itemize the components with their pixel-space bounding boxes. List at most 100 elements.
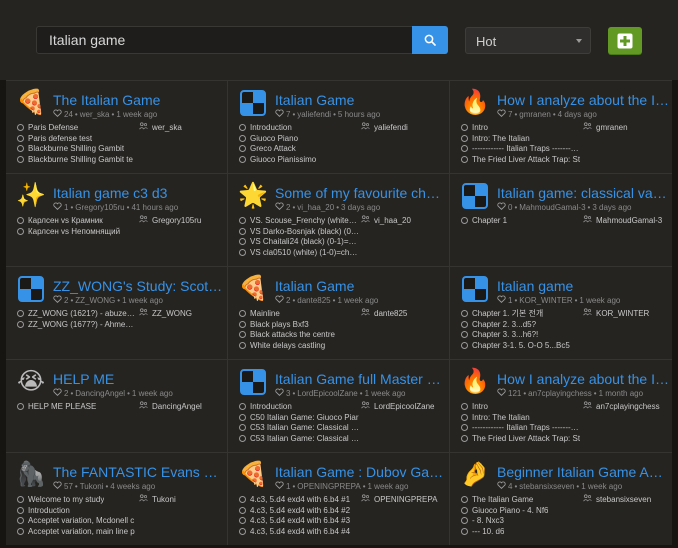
- chapter-item: Greco Attack: [239, 143, 359, 154]
- study-card[interactable]: 🔥 How I analyze about the Itali… 7 • gmr…: [450, 81, 672, 173]
- fire-icon: 🔥: [460, 89, 490, 116]
- sparkle-ring-icon: ✨: [16, 182, 46, 209]
- study-title[interactable]: The Italian Game: [53, 92, 225, 108]
- study-owner[interactable]: wer_ska: [80, 110, 110, 119]
- study-owner[interactable]: dante825: [297, 296, 330, 305]
- circle-icon: [461, 123, 468, 131]
- study-card[interactable]: 🔥 How I analyze about the Itali… 121 • a…: [450, 360, 672, 452]
- study-member: vi_haa_20: [361, 215, 447, 226]
- star-icon: 🌟: [238, 182, 268, 209]
- study-owner[interactable]: yaliefendi: [297, 110, 331, 119]
- study-title[interactable]: Italian Game: [275, 92, 447, 108]
- like-count: 24: [64, 109, 73, 119]
- circle-icon: [461, 145, 468, 153]
- study-title[interactable]: Italian game c3 d3: [53, 185, 225, 201]
- study-updated: 1 week ago: [364, 388, 406, 398]
- study-updated: 1 week ago: [581, 481, 623, 491]
- circle-icon: [239, 145, 246, 153]
- study-owner[interactable]: stebansixseven: [519, 482, 574, 491]
- study-title[interactable]: Some of my favourite chess…: [275, 185, 447, 201]
- circle-icon: [239, 341, 246, 349]
- study-card[interactable]: 😭 HELP ME 2 • DancingAngel • 1 week ago …: [6, 360, 227, 452]
- study-card[interactable]: Italian game 1 • KOR_WINTER • 1 week ago…: [450, 267, 672, 359]
- chessboard-icon: [461, 182, 489, 210]
- members-icon: [139, 215, 148, 225]
- chapter-item: VS cla0510 (white) (1-0)=chess: [239, 247, 359, 258]
- chapter-item: VS Darko-Bosnjak (black) (0-1): [239, 226, 359, 237]
- circle-icon: [17, 495, 24, 503]
- circle-icon: [461, 424, 468, 432]
- study-title[interactable]: HELP ME: [53, 371, 225, 387]
- chapter-list: Welcome to my study Introduction Acceptet …: [17, 494, 137, 537]
- chapter-list: Intro Intro: The Italian ------------ Ital…: [461, 401, 581, 444]
- circle-icon: [17, 134, 24, 142]
- study-card[interactable]: ZZ_WONG's Study: Scotch … 2 • ZZ_WONG • …: [6, 267, 227, 359]
- study-card[interactable]: Italian Game 7 • yaliefendi • 5 hours ag…: [228, 81, 449, 173]
- study-owner[interactable]: gmranen: [519, 110, 551, 119]
- members-icon: [583, 122, 592, 132]
- study-updated: 1 week ago: [579, 295, 621, 305]
- members-icon: [583, 494, 592, 504]
- chapter-item: Blackburne Shilling Gambit te: [17, 154, 137, 165]
- study-title[interactable]: Italian game: classical varia…: [497, 185, 670, 201]
- study-updated: 3 days ago: [592, 202, 632, 212]
- study-owner[interactable]: LordEpicoolZane: [297, 389, 357, 398]
- study-card[interactable]: Italian Game full Master cla… 3 • LordEp…: [228, 360, 449, 452]
- pizza-icon: 🍕: [16, 89, 46, 116]
- members-icon: [361, 215, 370, 225]
- study-title[interactable]: Italian Game: [275, 278, 447, 294]
- new-study-button[interactable]: [608, 27, 642, 54]
- study-owner[interactable]: DancingAngel: [75, 389, 125, 398]
- circle-icon: [17, 402, 24, 410]
- like-count: 2: [64, 295, 69, 305]
- members-icon: [583, 308, 592, 318]
- study-owner[interactable]: ZZ_WONG: [75, 296, 115, 305]
- study-title[interactable]: Italian Game full Master cla…: [275, 371, 447, 387]
- study-owner[interactable]: Gregory105ru: [75, 203, 124, 212]
- study-owner[interactable]: OPENINGPREPA: [297, 482, 360, 491]
- circle-icon: [239, 527, 246, 535]
- study-owner[interactable]: MahmoudGamal-3: [519, 203, 585, 212]
- study-card[interactable]: Italian game: classical varia… 0 • Mahmo…: [450, 174, 672, 266]
- study-card[interactable]: 🦍 The FANTASTIC Evans gam… 57 • Tukoni •…: [6, 453, 227, 545]
- study-card[interactable]: 🌟 Some of my favourite chess… 2 • vi_haa…: [228, 174, 449, 266]
- circle-icon: [239, 506, 246, 514]
- study-title[interactable]: ZZ_WONG's Study: Scotch …: [53, 278, 225, 294]
- chapter-item: VS. Scouse_Frenchy (white). (1-0): [239, 215, 359, 226]
- crying-face-icon: 😭: [16, 368, 46, 395]
- study-card[interactable]: ✨ Italian game c3 d3 1 • Gregory105ru • …: [6, 174, 227, 266]
- study-title[interactable]: The FANTASTIC Evans gam…: [53, 464, 225, 480]
- heart-icon: [275, 202, 284, 212]
- study-card[interactable]: 🍕 The Italian Game 24 • wer_ska • 1 week…: [6, 81, 227, 173]
- study-owner[interactable]: an7cplayingchess: [528, 389, 592, 398]
- search-input[interactable]: [37, 27, 412, 53]
- search-button[interactable]: [412, 26, 448, 54]
- study-member: OPENINGPREPA: [361, 494, 447, 505]
- chapter-item: Blackburne Shilling Gambit: [17, 143, 137, 154]
- study-title[interactable]: Beginner Italian Game Aggr…: [497, 464, 670, 480]
- study-member: MahmoudGamal-3: [583, 215, 669, 226]
- study-title[interactable]: How I analyze about the Itali…: [497, 92, 670, 108]
- circle-icon: [461, 320, 468, 328]
- like-count: 4: [508, 481, 513, 491]
- sort-select[interactable]: Hot: [465, 27, 591, 54]
- chapter-item: Карлсен vs Крамник: [17, 215, 137, 226]
- study-card[interactable]: 🍕 Italian Game : Dubov Gambit 1 • OPENIN…: [228, 453, 449, 545]
- study-owner[interactable]: Tukoni: [80, 482, 104, 491]
- study-card[interactable]: 🤌 Beginner Italian Game Aggr… 4 • steban…: [450, 453, 672, 545]
- member-list: DancingAngel: [139, 401, 225, 412]
- chapter-item: Acceptet variation, main line p: [17, 526, 137, 537]
- chapter-item: 4.c3, 5.d4 exd4 with 6.b4 #1: [239, 494, 359, 505]
- chapter-item: ------------ Italian Traps -----------: [461, 422, 581, 433]
- circle-icon: [461, 309, 468, 317]
- study-card[interactable]: 🍕 Italian Game 2 • dante825 • 1 week ago…: [228, 267, 449, 359]
- study-owner[interactable]: vi_haa_20: [297, 203, 334, 212]
- study-owner[interactable]: KOR_WINTER: [519, 296, 572, 305]
- study-title[interactable]: How I analyze about the Itali…: [497, 371, 670, 387]
- chapter-item: Карлсен vs Непомнящий: [17, 226, 137, 237]
- study-title[interactable]: Italian Game : Dubov Gambit: [275, 464, 447, 480]
- members-icon: [139, 494, 148, 504]
- chapter-item: Welcome to my study: [17, 494, 137, 505]
- study-title[interactable]: Italian game: [497, 278, 670, 294]
- chapter-item: Introduction: [17, 505, 137, 516]
